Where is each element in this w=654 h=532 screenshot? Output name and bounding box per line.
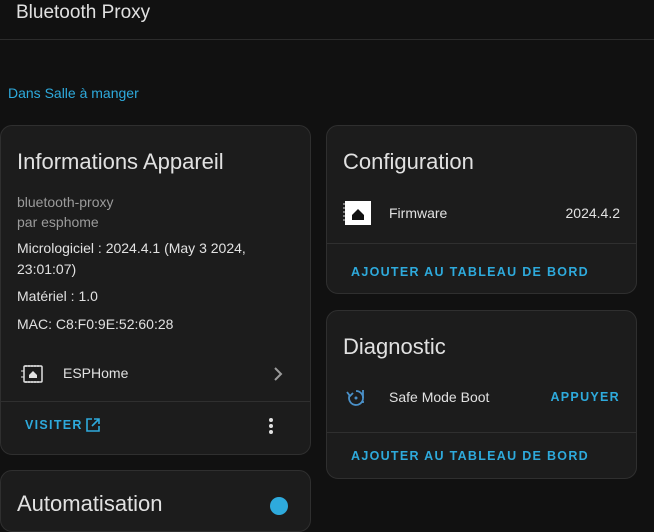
firmware-entity-value: 2024.4.2	[565, 205, 621, 221]
automation-card: Automatisation	[0, 470, 311, 532]
card-divider	[1, 401, 310, 402]
press-button[interactable]: APPUYER	[550, 390, 620, 404]
diagnostic-title: Diagnostic	[343, 334, 446, 359]
configuration-card: Configuration Firmware 2024.4.2 AJOUTER …	[326, 125, 637, 294]
restart-alert-icon	[344, 387, 366, 407]
mac-address: MAC: C8:F0:9E:52:60:28	[17, 316, 174, 332]
configuration-title: Configuration	[343, 149, 474, 174]
add-to-dashboard-button[interactable]: AJOUTER AU TABLEAU DE BORD	[351, 265, 589, 279]
device-model: bluetooth-proxy	[17, 194, 114, 210]
more-options-icon[interactable]	[267, 416, 275, 436]
firmware-info-line2: 23:01:07)	[17, 261, 77, 277]
add-to-dashboard-button[interactable]: AJOUTER AU TABLEAU DE BORD	[351, 449, 589, 463]
chip-firmware-icon	[335, 199, 375, 227]
device-info-card: Informations Appareil bluetooth-proxy pa…	[0, 125, 311, 455]
hardware-info: Matériel : 1.0	[17, 288, 98, 304]
device-manufacturer: par esphome	[17, 214, 99, 230]
integration-label: ESPHome	[63, 365, 129, 381]
top-app-bar: Bluetooth Proxy	[0, 0, 654, 40]
chevron-right-icon	[273, 367, 283, 381]
firmware-info-line1: Micrologiciel : 2024.4.1 (May 3 2024,	[17, 240, 246, 256]
open-external-icon	[85, 417, 101, 433]
page-title: Bluetooth Proxy	[16, 2, 151, 23]
integration-row[interactable]: ESPHome	[1, 354, 310, 394]
safe-mode-entity-name: Safe Mode Boot	[389, 389, 490, 405]
firmware-entity-row[interactable]: Firmware 2024.4.2	[327, 196, 636, 228]
device-info-title: Informations Appareil	[17, 149, 224, 174]
diagnostic-card: Diagnostic Safe Mode Boot APPUYER AJOUTE…	[326, 310, 637, 479]
automation-title: Automatisation	[17, 491, 163, 516]
card-divider	[327, 432, 636, 433]
card-divider	[327, 243, 636, 244]
visit-label: VISITER	[25, 418, 83, 432]
safe-mode-entity-row: Safe Mode Boot APPUYER	[327, 383, 636, 411]
add-circle-icon[interactable]	[269, 496, 289, 516]
area-link[interactable]: Dans Salle à manger	[8, 85, 139, 101]
firmware-entity-name: Firmware	[389, 205, 448, 221]
chip-icon	[20, 363, 46, 385]
